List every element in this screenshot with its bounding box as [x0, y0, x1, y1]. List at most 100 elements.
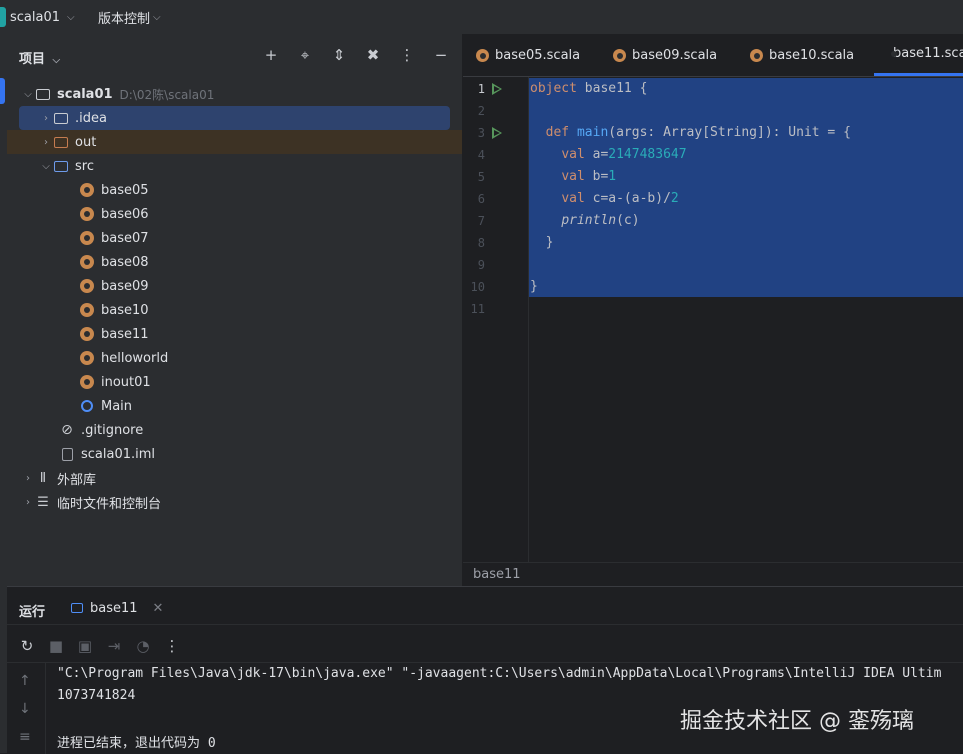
- tab-base11[interactable]: base11.scala: [874, 34, 963, 76]
- project-name: scala01: [10, 9, 61, 25]
- close-icon[interactable]: ✕: [153, 601, 164, 616]
- run-tab-label: base11: [90, 600, 138, 616]
- camera-icon[interactable]: ▣: [77, 637, 93, 655]
- tree-item-file[interactable]: base11: [7, 322, 462, 346]
- keyword: def: [545, 125, 570, 140]
- code-text: (args: Array[String]): Unit = {: [608, 125, 851, 140]
- number-literal: 1: [608, 169, 617, 184]
- run-gutter-icon[interactable]: [492, 127, 502, 139]
- tree-item-file[interactable]: base05: [7, 178, 462, 202]
- file-icon: [59, 446, 75, 462]
- console-result: 1073741824: [57, 688, 136, 703]
- tree-root[interactable]: ⌵ scala01 D:\02陈\scala01: [7, 82, 462, 106]
- tree-label: Main: [101, 398, 133, 414]
- tab-label: base05.scala: [495, 47, 581, 63]
- tree-label: src: [75, 158, 94, 174]
- line-number: 11: [470, 302, 485, 316]
- locate-icon[interactable]: ⌖: [296, 46, 314, 64]
- scala-object-icon: [750, 48, 763, 62]
- tree-label: base05: [101, 182, 149, 198]
- tree-item-main[interactable]: Main: [7, 394, 462, 418]
- tree-item-iml[interactable]: scala01.iml: [7, 442, 462, 466]
- line-number: 10: [470, 280, 485, 294]
- code-line-8: }: [530, 235, 554, 250]
- tree-item-external-libs[interactable]: › Ⅱ 外部库: [7, 466, 462, 490]
- console-command: "C:\Program Files\Java\jdk-17\bin\java.e…: [57, 666, 942, 681]
- breadcrumb[interactable]: base11: [463, 562, 963, 587]
- code-line-10: }: [530, 279, 538, 294]
- run-tab-base11[interactable]: base11 ✕: [71, 593, 163, 623]
- tab-base10[interactable]: base10.scala: [750, 34, 854, 76]
- tree-label: out: [75, 134, 97, 150]
- soft-wrap-icon[interactable]: ≡: [19, 729, 31, 745]
- tree-label: helloworld: [101, 350, 169, 366]
- scala-object-icon: [79, 374, 95, 390]
- chevron-down-icon: ⌵: [67, 11, 75, 23]
- rerun-icon[interactable]: ↻: [19, 637, 35, 655]
- code-line-1: object base11 {: [530, 81, 647, 96]
- tree-item-file[interactable]: helloworld: [7, 346, 462, 370]
- add-icon[interactable]: +: [262, 46, 280, 64]
- run-gutter-icon[interactable]: [492, 83, 502, 95]
- root-path: D:\02陈\scala01: [119, 87, 215, 102]
- tree-item-idea[interactable]: › .idea: [19, 106, 450, 130]
- chevron-right-icon: ›: [44, 112, 48, 124]
- tree-item-gitignore[interactable]: ⊘ .gitignore: [7, 418, 462, 442]
- tab-label: base11.scala: [893, 46, 963, 61]
- function-name: main: [576, 125, 609, 140]
- tree-label: .gitignore: [81, 422, 144, 438]
- project-badge: [0, 7, 6, 27]
- more-icon[interactable]: ⋮: [164, 637, 180, 655]
- expand-all-icon[interactable]: ⇕: [330, 46, 348, 64]
- project-switcher[interactable]: scala01 ⌵: [0, 7, 75, 27]
- tree-item-file[interactable]: base10: [7, 298, 462, 322]
- line-number: 8: [477, 236, 485, 250]
- arrow-up-icon[interactable]: ↑: [19, 673, 31, 689]
- number-literal: 2147483647: [608, 147, 687, 162]
- tree-item-file[interactable]: inout01: [7, 370, 462, 394]
- run-toolbar: ↻ ■ ▣ ⇥ ◔ ⋮: [19, 637, 180, 655]
- code-line-7: println(c): [530, 213, 639, 228]
- code-line-4: val a=2147483647: [530, 147, 687, 162]
- scala-object-icon: [79, 182, 95, 198]
- chevron-down-icon: ⌵: [153, 11, 161, 23]
- keyword: object: [530, 81, 577, 96]
- tree-item-src[interactable]: ⌵ src: [7, 154, 462, 178]
- root-label: scala01: [57, 86, 113, 102]
- tree-item-file[interactable]: base09: [7, 274, 462, 298]
- chevron-right-icon: ›: [26, 496, 30, 508]
- tab-base05[interactable]: base05.scala: [476, 34, 580, 76]
- chevron-right-icon: ›: [44, 136, 48, 148]
- breadcrumb-item[interactable]: base11: [473, 567, 521, 582]
- tree-label: inout01: [101, 374, 151, 390]
- editor-gutter: 1 2 3 4 5 6 7 8 9 10 11: [463, 77, 529, 562]
- keyword: val: [561, 147, 585, 162]
- scratches-icon: ☰: [37, 494, 49, 510]
- tree-item-file[interactable]: base07: [7, 226, 462, 250]
- code-text: }: [530, 279, 538, 294]
- tree-item-file[interactable]: base08: [7, 250, 462, 274]
- arrow-down-icon[interactable]: ↓: [19, 701, 31, 717]
- minimize-icon[interactable]: −: [432, 46, 450, 64]
- tree-item-scratches[interactable]: › ☰ 临时文件和控制台: [7, 490, 462, 514]
- project-tool-button[interactable]: [0, 78, 5, 104]
- tab-base09[interactable]: base09.scala: [613, 34, 717, 76]
- code-line-6: val c=a-(a-b)/2: [530, 191, 678, 206]
- text-selection: [529, 78, 963, 297]
- more-icon[interactable]: ⋮: [398, 46, 416, 64]
- gauge-icon[interactable]: ◔: [135, 637, 151, 655]
- project-panel-header[interactable]: 项目 ⌵: [19, 48, 60, 67]
- collapse-all-icon[interactable]: ✖: [364, 46, 382, 64]
- line-number: 2: [477, 104, 485, 118]
- tree-item-out[interactable]: › out: [7, 130, 462, 154]
- keyword: val: [561, 169, 585, 184]
- tree-label: scala01.iml: [81, 446, 156, 462]
- scala-object-icon: [79, 326, 95, 342]
- line-number: 5: [477, 170, 485, 184]
- tree-label: base10: [101, 302, 149, 318]
- scala-main-object-icon: [79, 398, 95, 414]
- tree-item-file[interactable]: base06: [7, 202, 462, 226]
- vcs-menu[interactable]: 版本控制 ⌵: [98, 7, 161, 27]
- stop-icon[interactable]: ■: [48, 637, 64, 655]
- export-icon[interactable]: ⇥: [106, 637, 122, 655]
